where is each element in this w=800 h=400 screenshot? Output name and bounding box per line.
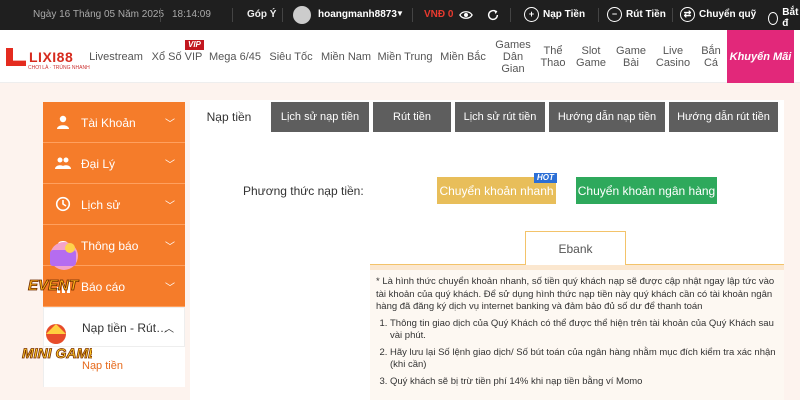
sidebar-item-label: Lịch sử — [81, 198, 121, 212]
divider — [232, 8, 233, 22]
nav-mien-trung[interactable]: Miền Trung — [376, 30, 434, 83]
event-promo-art[interactable]: EVENT — [24, 238, 96, 298]
tab-deposit-history[interactable]: Lịch sử nạp tiền — [271, 102, 369, 132]
sidebar-item-label: Nạp tiền - Rút tiền — [82, 321, 170, 335]
tab-withdraw-guide[interactable]: Hướng dẫn rút tiền — [669, 102, 778, 132]
tab-ebank[interactable]: Ebank — [525, 231, 626, 265]
nav-ban-ca[interactable]: Bắn Cá — [696, 30, 726, 83]
plus-icon: + — [524, 7, 539, 22]
clock-history-icon — [55, 196, 71, 212]
tab-withdraw-history[interactable]: Lịch sử rút tiền — [455, 102, 545, 132]
top-bar: Ngày 16 Tháng 05 Năm 2025 18:14:09 Góp Ý… — [0, 0, 800, 30]
tab-withdraw[interactable]: Rút tiền — [373, 102, 451, 132]
chevron-down-icon[interactable]: ▼ — [396, 9, 404, 18]
list-item: Thông tin giao dịch của Quý Khách có thể… — [390, 318, 778, 343]
list-item: Hãy lưu lại Số lệnh giao dịch/ Số bút to… — [390, 347, 778, 372]
deposit-panel: Nạp tiền Lịch sử nạp tiền Rút tiền Lịch … — [190, 100, 784, 400]
divider — [160, 8, 161, 22]
sidebar-item-history[interactable]: Lịch sử ﹀ — [43, 184, 185, 225]
nav-games-dan-gian[interactable]: Games Dân Gian — [492, 30, 534, 83]
nav-slot-game[interactable]: Slot Game — [574, 30, 608, 83]
transfer-button[interactable]: ⇄ Chuyển quỹ — [680, 7, 756, 22]
nav-livestream[interactable]: Livestream — [88, 30, 144, 83]
nav-mega-645[interactable]: Mega 6/45 — [208, 30, 262, 83]
hot-badge: HOT — [534, 173, 557, 183]
user-icon — [57, 115, 69, 129]
current-time: 18:14:09 — [172, 9, 211, 20]
logo-mark-icon — [6, 48, 26, 66]
payment-method-label: Phương thức nạp tiền: — [243, 184, 364, 198]
divider — [412, 8, 413, 22]
chevron-down-icon: ﹀ — [165, 201, 175, 212]
divider — [598, 8, 599, 22]
instructions-lead: * Là hình thức chuyển khoản nhanh, số ti… — [376, 276, 775, 312]
refresh-icon[interactable] — [486, 8, 500, 22]
vip-badge: VIP — [185, 40, 204, 50]
feedback-link[interactable]: Góp Ý — [247, 9, 276, 20]
nav-mien-nam[interactable]: Miền Nam — [320, 30, 372, 83]
current-date: Ngày 16 Tháng 05 Năm 2025 — [33, 9, 165, 20]
event-art-text: EVENT — [28, 277, 80, 294]
avatar[interactable] — [293, 6, 311, 24]
nav-xoso-vip[interactable]: Xổ Số VIP — [150, 30, 204, 83]
main-nav: LIXI88 CHƠI LÀ · TRÚNG NHANH Livestream … — [0, 30, 800, 83]
minigame-promo-art[interactable]: MINI GAME — [20, 322, 92, 378]
minus-icon: − — [607, 7, 622, 22]
divider — [510, 8, 511, 22]
nav-game-bai[interactable]: Game Bài — [614, 30, 648, 83]
nav-live-casino[interactable]: Live Casino — [654, 30, 692, 83]
sidebar-item-label: Đại Lý — [81, 157, 116, 171]
divider — [282, 8, 283, 22]
tab-deposit-guide[interactable]: Hướng dẫn nạp tiền — [549, 102, 665, 132]
chevron-down-icon: ﹀ — [165, 160, 175, 171]
divider — [672, 8, 673, 22]
instructions-list: Thông tin giao dịch của Quý Khách có thể… — [376, 318, 778, 389]
nav-promotions[interactable]: Khuyến Mãi — [727, 30, 794, 83]
chevron-down-icon: ﹀ — [165, 119, 175, 130]
list-item: Quý khách sẽ bị trừ tiền phí 14% khi nạp… — [390, 376, 778, 389]
eye-icon[interactable] — [459, 8, 473, 22]
start-button[interactable]: Bắt đ — [768, 7, 800, 29]
brand-name: LIXI88 — [29, 49, 74, 65]
balance: VNĐ 0 — [424, 9, 454, 20]
play-icon — [768, 11, 779, 25]
withdraw-button[interactable]: − Rút Tiền — [607, 7, 666, 22]
transfer-icon: ⇄ — [680, 7, 695, 22]
sidebar-item-label: Tài Khoản — [81, 116, 136, 130]
nav-sieu-toc[interactable]: Siêu Tốc — [266, 30, 316, 83]
brand-tagline: CHƠI LÀ · TRÚNG NHANH — [28, 65, 90, 71]
nav-the-thao[interactable]: Thể Thao — [536, 30, 570, 83]
username[interactable]: hoangmanh8873 — [318, 9, 397, 20]
deposit-instructions: * Là hình thức chuyển khoản nhanh, số ti… — [370, 270, 784, 400]
chevron-down-icon: ﹀ — [165, 283, 175, 294]
deposit-tabs: Nạp tiền Lịch sử nạp tiền Rút tiền Lịch … — [190, 100, 784, 132]
nav-mien-bac[interactable]: Miền Bắc — [438, 30, 488, 83]
users-icon — [55, 157, 71, 169]
chevron-up-icon: ︿ — [164, 324, 174, 335]
tab-deposit[interactable]: Nạp tiền — [190, 102, 268, 132]
bank-transfer-button[interactable]: Chuyển khoản ngân hàng — [576, 177, 717, 204]
brand-logo[interactable]: LIXI88 CHƠI LÀ · TRÚNG NHANH — [6, 48, 90, 71]
chevron-down-icon: ﹀ — [165, 242, 175, 253]
sidebar-item-account[interactable]: Tài Khoản ﹀ — [43, 102, 185, 143]
sidebar-item-agency[interactable]: Đại Lý ﹀ — [43, 143, 185, 184]
minigame-art-text: MINI GAME — [22, 345, 92, 361]
deposit-button[interactable]: + Nạp Tiền — [524, 7, 585, 22]
